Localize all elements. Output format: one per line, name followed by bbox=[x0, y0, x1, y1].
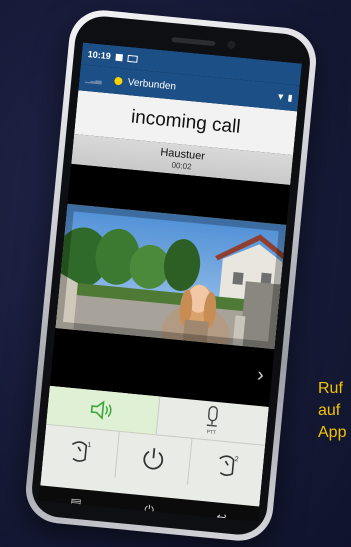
promo-caption: Ruf auf App bbox=[318, 378, 346, 444]
power-icon bbox=[143, 448, 164, 470]
door-opener-2-icon: 2 bbox=[218, 455, 239, 476]
door2-number: 2 bbox=[234, 456, 239, 463]
signal-icon: ▁▂▃ bbox=[85, 73, 102, 84]
status-time: 10:19 bbox=[87, 49, 112, 62]
chevron-right-icon[interactable]: › bbox=[256, 364, 265, 388]
front-camera bbox=[227, 40, 236, 50]
promo-stage: Ruf auf App 10:19 ▁▂▃ Verbunden ▼ ▮ inco… bbox=[0, 0, 351, 547]
smartphone: 10:19 ▁▂▃ Verbunden ▼ ▮ incoming call Ha… bbox=[22, 7, 320, 544]
notification-icon bbox=[115, 53, 124, 61]
back-icon[interactable]: ↩ bbox=[216, 510, 227, 522]
phone-bezel: 10:19 ▁▂▃ Verbunden ▼ ▮ incoming call Ha… bbox=[29, 13, 313, 538]
connection-status-dot bbox=[114, 76, 124, 86]
power-icon[interactable]: ⏻ bbox=[144, 502, 155, 518]
call-controls: PTT 1 2 bbox=[40, 385, 269, 507]
hangup-button[interactable] bbox=[115, 431, 193, 485]
earpiece-speaker bbox=[171, 36, 216, 47]
speaker-icon bbox=[90, 400, 112, 420]
connection-label: Verbunden bbox=[127, 76, 177, 93]
recent-apps-icon[interactable]: ▤ bbox=[70, 495, 83, 510]
ptt-label: PTT bbox=[206, 429, 217, 437]
door2-button[interactable]: 2 bbox=[188, 439, 265, 492]
wifi-battery-icon: ▼ ▮ bbox=[275, 91, 294, 103]
microphone-icon bbox=[207, 405, 219, 427]
video-frame-image bbox=[55, 203, 287, 350]
door-opener-1-icon: 1 bbox=[72, 441, 92, 462]
door-camera-video[interactable] bbox=[55, 203, 287, 350]
door1-button[interactable]: 1 bbox=[41, 424, 120, 478]
phone-screen: 10:19 ▁▂▃ Verbunden ▼ ▮ incoming call Ha… bbox=[38, 42, 302, 522]
caption-line-3: App bbox=[318, 424, 347, 441]
battery-saver-icon bbox=[127, 54, 138, 63]
caption-line-2: auf bbox=[318, 402, 341, 419]
door1-number: 1 bbox=[87, 442, 92, 449]
caption-line-1: Ruf bbox=[318, 380, 343, 397]
ptt-control: PTT bbox=[201, 405, 224, 437]
